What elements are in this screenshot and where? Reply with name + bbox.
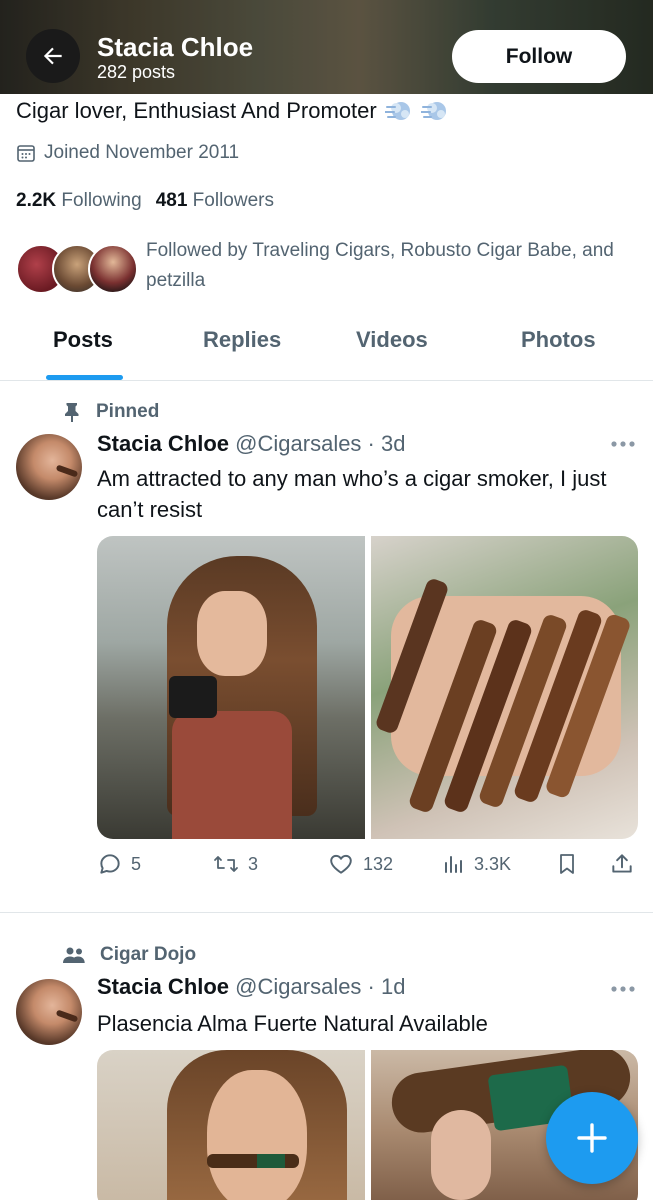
post-header: Stacia Chloe @Cigarsales · 1d xyxy=(97,974,405,1000)
post-handle-time: @Cigarsales · 1d xyxy=(235,974,406,999)
post-author-name[interactable]: Stacia Chloe xyxy=(97,974,229,999)
profile-tabs: Posts Replies Videos Photos xyxy=(0,305,653,381)
active-tab-indicator xyxy=(46,375,123,380)
header-profile-name: Stacia Chloe xyxy=(97,32,254,62)
post-divider xyxy=(0,912,653,913)
heart-icon xyxy=(330,854,352,874)
like-button[interactable]: 132 xyxy=(327,851,393,877)
post-header: Stacia Chloe @Cigarsales · 3d xyxy=(97,431,405,457)
tab-videos[interactable]: Videos xyxy=(356,327,428,353)
share-button[interactable] xyxy=(609,851,635,877)
bookmark-button[interactable] xyxy=(555,851,579,877)
header-posts-count: 282 posts xyxy=(97,62,176,82)
dash-emoji-icon xyxy=(384,102,410,120)
post-context: Cigar Dojo xyxy=(62,944,196,966)
post-author-name[interactable]: Stacia Chloe xyxy=(97,431,229,456)
post-image-cigars-in-hand[interactable] xyxy=(370,536,638,839)
joined-date: Joined November 2011 xyxy=(16,142,239,164)
followers-label: Followers xyxy=(192,190,274,211)
tab-photos[interactable]: Photos xyxy=(521,327,596,353)
dash-emoji-icon xyxy=(420,102,446,120)
follow-button[interactable]: Follow xyxy=(452,30,626,83)
avatar[interactable] xyxy=(16,434,82,500)
post[interactable]: Pinned Stacia Chloe @Cigarsales · 3d Am … xyxy=(0,381,653,911)
tab-replies[interactable]: Replies xyxy=(203,327,281,353)
views-count: 3.3K xyxy=(474,853,512,874)
post-media[interactable] xyxy=(97,536,638,839)
avatar[interactable] xyxy=(16,979,82,1045)
follow-stats: 2.2K Following 481 Followers xyxy=(16,190,274,212)
back-arrow-icon xyxy=(43,47,62,65)
post-actions: 5 3 132 3.3K xyxy=(97,851,638,881)
community-label[interactable]: Cigar Dojo xyxy=(100,944,196,966)
joined-text: Joined November 2011 xyxy=(44,142,240,163)
pinned-label: Pinned xyxy=(96,401,160,422)
post-image-woman-with-mug[interactable] xyxy=(97,536,365,839)
compose-post-button[interactable] xyxy=(546,1092,638,1184)
profile-bio: Cigar lover, Enthusiast And Promoter xyxy=(16,98,449,124)
back-button[interactable] xyxy=(26,29,80,83)
views-button[interactable]: 3.3K xyxy=(442,851,511,877)
post-text: Plasencia Alma Fuerte Natural Available xyxy=(97,1011,488,1036)
tab-posts[interactable]: Posts xyxy=(53,327,113,353)
more-options-icon[interactable] xyxy=(610,440,636,448)
following-count: 2.2K xyxy=(16,190,57,211)
reply-count: 5 xyxy=(131,853,142,874)
pin-icon xyxy=(65,403,79,422)
post-image-woman-with-cigar[interactable] xyxy=(97,1050,365,1200)
post-handle-time: @Cigarsales · 3d xyxy=(235,431,406,456)
repost-count: 3 xyxy=(248,853,259,874)
avatar xyxy=(88,244,138,294)
bio-text: Cigar lover, Enthusiast And Promoter xyxy=(16,98,377,123)
community-icon xyxy=(63,947,85,963)
calendar-icon xyxy=(17,145,35,162)
bookmark-icon xyxy=(560,854,574,874)
reply-icon xyxy=(100,854,120,874)
following-label: Following xyxy=(61,190,142,211)
repost-icon xyxy=(214,856,238,872)
following-link[interactable]: 2.2K Following xyxy=(16,190,142,211)
followed-by-avatars xyxy=(16,244,138,296)
analytics-icon xyxy=(445,856,462,873)
reply-button[interactable]: 5 xyxy=(97,851,141,877)
plus-icon xyxy=(577,1123,607,1153)
post-text: Am attracted to any man who’s a cigar sm… xyxy=(97,466,607,522)
followers-count: 481 xyxy=(155,190,188,211)
followed-by-text: Followed by Traveling Cigars, Robusto Ci… xyxy=(146,240,614,291)
more-options-icon[interactable] xyxy=(610,985,636,993)
repost-button[interactable]: 3 xyxy=(212,851,258,877)
followers-link[interactable]: 481 Followers xyxy=(156,190,274,211)
post-context: Pinned xyxy=(62,401,159,423)
share-icon xyxy=(612,854,632,873)
like-count: 132 xyxy=(363,853,394,874)
